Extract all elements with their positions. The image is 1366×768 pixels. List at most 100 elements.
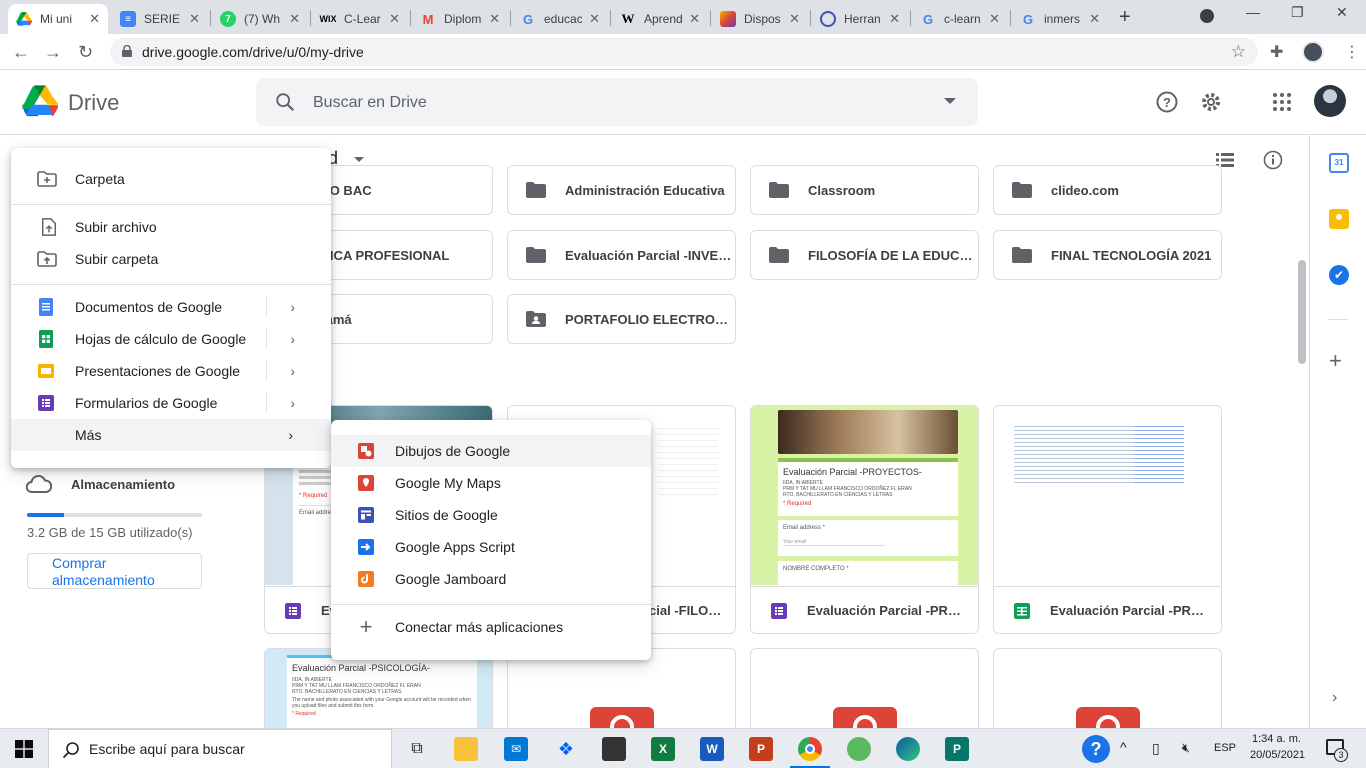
drive-logo-icon[interactable] xyxy=(22,85,58,117)
search-input[interactable]: Buscar en Drive xyxy=(313,94,427,112)
file-card[interactable]: Evaluación Parcial -PROYECTOS xyxy=(993,405,1222,634)
settings-gear-icon[interactable] xyxy=(1199,90,1223,114)
file-card[interactable] xyxy=(993,648,1222,728)
breadcrumb-caret-icon[interactable] xyxy=(354,157,364,162)
edge-icon[interactable] xyxy=(896,737,920,761)
volume-muted-icon[interactable]: 🔇︎ xyxy=(1182,740,1190,756)
menu-item-upload-folder[interactable]: Subir carpeta xyxy=(11,243,331,275)
menu-item-google-slides[interactable]: Presentaciones de Google › xyxy=(11,355,331,387)
browser-tab[interactable]: G c-learn ✕ xyxy=(912,4,1008,34)
language-indicator[interactable]: ESP xyxy=(1214,742,1236,754)
clock-date[interactable]: 20/05/2021 xyxy=(1250,749,1305,761)
forward-arrow-icon[interactable]: → xyxy=(44,42,62,63)
close-tab-icon[interactable]: ✕ xyxy=(789,11,800,27)
tab-search-icon[interactable] xyxy=(1200,9,1214,23)
keep-icon[interactable] xyxy=(1329,209,1349,229)
menu-item-google-sites[interactable]: Sitios de Google xyxy=(331,499,651,531)
close-tab-icon[interactable]: ✕ xyxy=(389,11,400,27)
back-arrow-icon[interactable]: ← xyxy=(12,42,30,63)
folder-item[interactable]: Evaluación Parcial -INVESTIGACIÓN xyxy=(507,230,736,280)
browser-tab[interactable]: G educac ✕ xyxy=(512,4,608,34)
app-icon[interactable] xyxy=(847,737,871,761)
browser-menu-icon[interactable]: ⋮ xyxy=(1344,42,1360,62)
dropbox-icon[interactable]: ❖ xyxy=(554,737,578,761)
menu-item-google-sheets[interactable]: Hojas de cálculo de Google › xyxy=(11,323,331,355)
browser-tab[interactable]: 7 (7) Wh ✕ xyxy=(212,4,308,34)
folder-item[interactable]: FILOSOFÍA DE LA EDUCACIÓN xyxy=(750,230,979,280)
expand-panel-chevron-icon[interactable]: › xyxy=(1332,689,1337,707)
menu-item-google-jamboard[interactable]: Google Jamboard xyxy=(331,563,651,595)
folder-item[interactable]: FINAL TECNOLOGÍA 2021 xyxy=(993,230,1222,280)
browser-tab[interactable]: M Diplom ✕ xyxy=(412,4,508,34)
file-card[interactable]: Evaluación Parcial -PROYECTOS- IIDA. IN … xyxy=(750,405,979,634)
menu-item-connect-more-apps[interactable]: + Conectar más aplicaciones xyxy=(331,611,651,643)
show-hidden-icons-chevron-icon[interactable]: ^ xyxy=(1120,739,1127,755)
new-tab-button[interactable]: + xyxy=(1119,6,1131,29)
get-addons-plus-icon[interactable]: + xyxy=(1329,350,1342,372)
menu-item-google-apps-script[interactable]: Google Apps Script xyxy=(331,531,651,563)
menu-item-google-my-maps[interactable]: Google My Maps xyxy=(331,467,651,499)
folder-item[interactable]: PORTAFOLIO ELECTRONICO xyxy=(507,294,736,344)
mail-icon[interactable]: ✉ xyxy=(504,737,528,761)
store-icon[interactable] xyxy=(602,737,626,761)
storage-label[interactable]: Almacenamiento xyxy=(71,477,175,492)
minimize-button[interactable]: — xyxy=(1246,4,1260,20)
clock-time[interactable]: 1:34 a. m. xyxy=(1252,733,1301,745)
word-icon[interactable]: W xyxy=(700,737,724,761)
submenu-chevron-icon[interactable]: › xyxy=(288,427,293,443)
publisher-icon[interactable]: P xyxy=(945,737,969,761)
menu-item-more[interactable]: Más › xyxy=(11,419,331,451)
buy-storage-button[interactable]: Comprar almacenamiento xyxy=(27,553,202,589)
file-explorer-icon[interactable] xyxy=(454,737,478,761)
windows-start-icon[interactable] xyxy=(15,740,33,758)
chrome-icon[interactable] xyxy=(798,737,822,761)
restore-button[interactable]: ❐ xyxy=(1291,4,1304,21)
info-icon[interactable] xyxy=(1263,150,1283,170)
taskbar-search-input[interactable]: Escribe aquí para buscar xyxy=(89,741,245,757)
menu-item-upload-file[interactable]: Subir archivo xyxy=(11,211,331,243)
close-tab-icon[interactable]: ✕ xyxy=(989,11,1000,27)
url-bar[interactable]: drive.google.com/drive/u/0/my-drive ☆ xyxy=(110,38,1258,66)
calendar-icon[interactable]: 31 xyxy=(1329,153,1349,173)
search-icon[interactable] xyxy=(274,91,296,113)
close-tab-icon[interactable]: ✕ xyxy=(89,11,100,27)
account-avatar[interactable] xyxy=(1314,85,1346,117)
main-scrollbar[interactable] xyxy=(1298,260,1306,364)
close-tab-icon[interactable]: ✕ xyxy=(189,11,200,27)
taskbar-search-box[interactable]: Escribe aquí para buscar xyxy=(48,729,392,768)
menu-item-google-drawings[interactable]: Dibujos de Google xyxy=(331,435,651,467)
browser-tab[interactable]: Dispos ✕ xyxy=(712,4,808,34)
browser-profile-avatar[interactable] xyxy=(1302,41,1324,63)
tasks-icon[interactable]: ✔ xyxy=(1329,265,1349,285)
menu-item-google-forms[interactable]: Formularios de Google › xyxy=(11,387,331,419)
close-tab-icon[interactable]: ✕ xyxy=(889,11,900,27)
close-window-button[interactable]: ✕ xyxy=(1336,4,1348,21)
submenu-chevron-icon[interactable]: › xyxy=(290,395,295,411)
menu-item-google-docs[interactable]: Documentos de Google › xyxy=(11,291,331,323)
browser-tab[interactable]: WIX C-Lear ✕ xyxy=(312,4,408,34)
task-view-icon[interactable]: ⧉ xyxy=(405,737,429,761)
powerpoint-icon[interactable]: P xyxy=(749,737,773,761)
file-card[interactable] xyxy=(507,648,736,728)
extensions-puzzle-icon[interactable]: ✚ xyxy=(1270,42,1283,62)
close-tab-icon[interactable]: ✕ xyxy=(589,11,600,27)
excel-icon[interactable]: X xyxy=(651,737,675,761)
browser-tab[interactable]: G inmers ✕ xyxy=(1012,4,1108,34)
reload-icon[interactable]: ↻ xyxy=(78,42,93,63)
close-tab-icon[interactable]: ✕ xyxy=(289,11,300,27)
google-apps-grid-icon[interactable] xyxy=(1270,90,1294,114)
browser-tab[interactable]: Herran ✕ xyxy=(812,4,908,34)
close-tab-icon[interactable]: ✕ xyxy=(489,11,500,27)
browser-tab-drive[interactable]: Mi uni ✕ xyxy=(8,4,108,34)
help-icon[interactable]: ? xyxy=(1155,90,1179,114)
submenu-chevron-icon[interactable]: › xyxy=(290,299,295,315)
browser-tab[interactable]: ≡ SERIE I ✕ xyxy=(112,4,208,34)
close-tab-icon[interactable]: ✕ xyxy=(689,11,700,27)
battery-icon[interactable]: ▯ xyxy=(1152,740,1160,757)
search-options-caret-icon[interactable] xyxy=(944,98,956,104)
submenu-chevron-icon[interactable]: › xyxy=(290,331,295,347)
menu-item-folder[interactable]: Carpeta xyxy=(11,163,331,195)
folder-item[interactable]: Administración Educativa xyxy=(507,165,736,215)
folder-item[interactable]: clideo.com xyxy=(993,165,1222,215)
help-tray-icon[interactable]: ? xyxy=(1082,735,1110,763)
